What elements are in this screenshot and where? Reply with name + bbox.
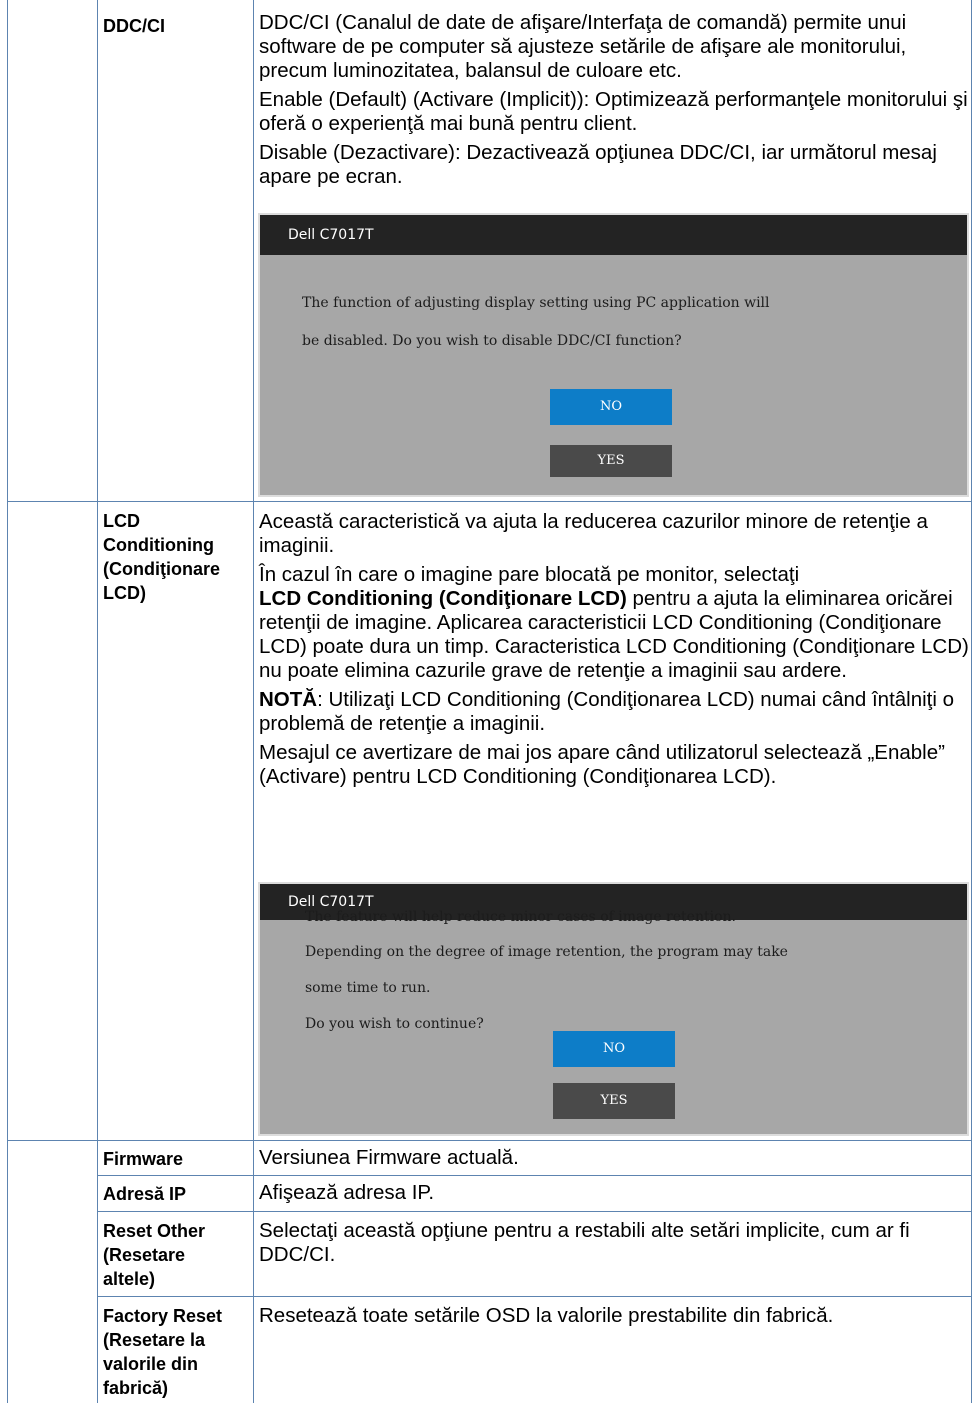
ddcci-enable-text: Enable (Default) (Activare (Implicit)): … xyxy=(259,88,968,135)
note-text: : Utilizaţi LCD Conditioning (Condiţiona… xyxy=(259,688,955,735)
osd-message-line: The function of adjusting display settin… xyxy=(302,295,770,311)
osd-dialog-ddcci: Dell C7017T The function of adjusting di… xyxy=(258,213,969,497)
row-label-ip: Adresă IP xyxy=(103,1184,187,1204)
lcd-instr-bold: LCD Conditioning (Condiţionare LCD) xyxy=(259,587,627,610)
row-content-ip: Afişează adresa IP. xyxy=(259,1181,435,1204)
lcd-instr-a: În cazul în care o imagine pare blocată … xyxy=(259,563,800,586)
label-line: valorile din xyxy=(103,1354,199,1374)
osd-message-line: be disabled. Do you wish to disable DDC/… xyxy=(302,333,682,349)
row-label-lcd-conditioning: LCD Conditioning (Condiţionare LCD) xyxy=(103,509,251,605)
label-line: (Resetare xyxy=(103,1245,186,1265)
row-label-factory-reset: Factory Reset (Resetare la valorile din … xyxy=(103,1304,251,1400)
osd-no-button[interactable]: NO xyxy=(553,1031,675,1067)
label-line: LCD) xyxy=(103,583,146,603)
lcd-warning-intro: Mesajul ce avertizare de mai jos apare c… xyxy=(259,741,945,788)
row-divider xyxy=(97,1140,972,1141)
label-line: (Resetare la xyxy=(103,1330,206,1350)
lcd-note: NOTĂ: Utilizaţi LCD Conditioning (Condiţ… xyxy=(259,688,969,736)
table-border-col1 xyxy=(97,0,98,1403)
lcd-description: Această caracteristică va ajuta la reduc… xyxy=(259,510,928,557)
osd-yes-button[interactable]: YES xyxy=(553,1083,675,1119)
ddcci-disable-text: Disable (Dezactivare): Dezactivează opţi… xyxy=(259,141,937,188)
row-divider xyxy=(97,1296,972,1297)
note-label: NOTĂ xyxy=(259,688,318,711)
label-line: Reset Other xyxy=(103,1221,206,1241)
row-content-firmware: Versiunea Firmware actuală. xyxy=(259,1146,519,1169)
ddcci-description: DDC/CI (Canalul de date de afişare/Inter… xyxy=(259,11,907,82)
label-line: altele) xyxy=(103,1269,156,1289)
row-content-lcd-conditioning: Această caracteristică va ajuta la reduc… xyxy=(259,510,969,789)
row-label-ddcci: DDC/CI xyxy=(103,16,165,36)
label-line: LCD xyxy=(103,511,140,531)
osd-message-line: Depending on the degree of image retenti… xyxy=(305,944,788,960)
osd-message-line: some time to run. xyxy=(305,980,431,996)
osd-message-line: Do you wish to continue? xyxy=(305,1016,484,1032)
row-divider xyxy=(97,1175,972,1176)
row-divider xyxy=(97,1211,972,1212)
row-content-factory-reset: Resetează toate setările OSD la valorile… xyxy=(259,1304,834,1327)
table-border-left xyxy=(7,0,8,1403)
label-line: Factory Reset xyxy=(103,1306,223,1326)
row-content-reset-other: Selectaţi această opţiune pentru a resta… xyxy=(259,1219,910,1266)
row-divider xyxy=(97,501,972,502)
label-line: Conditioning xyxy=(103,535,214,555)
table-border-col2 xyxy=(253,0,254,1403)
osd-dialog-lcd: Dell C7017T The feature will help reduce… xyxy=(258,882,969,1136)
label-line: fabrică) xyxy=(103,1378,169,1398)
osd-no-button[interactable]: NO xyxy=(550,389,672,425)
osd-title-bar: Dell C7017T xyxy=(260,215,967,255)
row-divider xyxy=(7,501,98,502)
osd-message-line: The feature will help reduce minor cases… xyxy=(305,909,736,925)
lcd-instructions: În cazul în care o imagine pare blocată … xyxy=(259,563,969,683)
label-line: (Condiţionare xyxy=(103,559,220,579)
row-label-reset-other: Reset Other (Resetare altele) xyxy=(103,1219,251,1291)
osd-yes-button[interactable]: YES xyxy=(550,445,672,477)
row-label-firmware: Firmware xyxy=(103,1149,184,1169)
row-content-ddcci: DDC/CI (Canalul de date de afişare/Inter… xyxy=(259,11,969,189)
row-divider xyxy=(7,1140,98,1141)
